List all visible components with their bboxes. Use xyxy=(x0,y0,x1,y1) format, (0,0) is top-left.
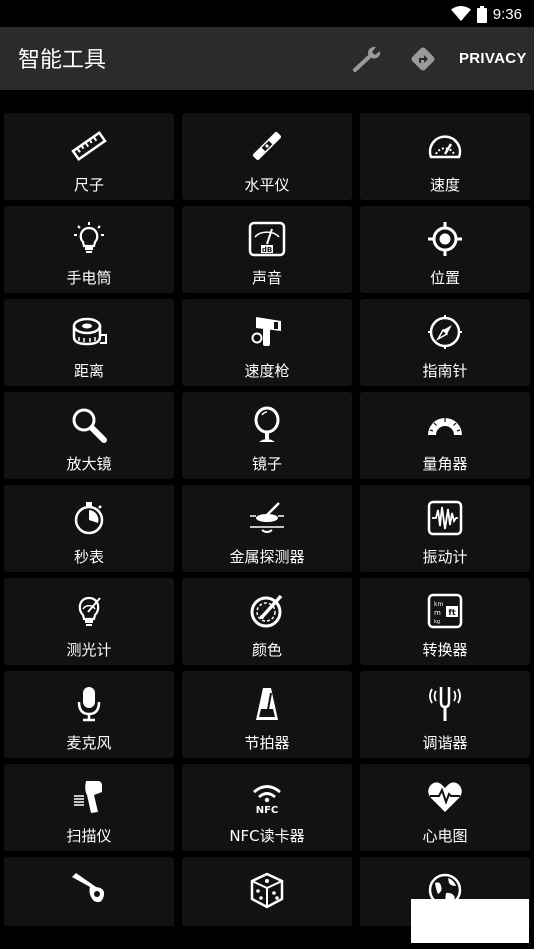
tool-tile-color[interactable]: 颜色 xyxy=(182,578,352,665)
svg-text:ft: ft xyxy=(448,608,455,617)
nfc-icon: NFC xyxy=(253,785,281,816)
tool-label: 秒表 xyxy=(73,548,104,566)
tool-tile-metronome[interactable]: 节拍器 xyxy=(182,671,352,758)
tool-tile-level[interactable]: 水平仪 xyxy=(182,113,352,200)
status-time: 9:36 xyxy=(492,5,522,23)
tool-tile-distance[interactable]: 距离 xyxy=(4,299,174,386)
microphone-icon xyxy=(77,687,101,722)
tool-tile-flashlight[interactable]: 手电筒 xyxy=(4,206,174,293)
tool-tile-nfc[interactable]: NFC NFC读卡器 xyxy=(182,764,352,851)
ruler-icon xyxy=(71,130,107,162)
tool-tile-ruler[interactable]: 尺子 xyxy=(4,113,174,200)
tool-label: 距离 xyxy=(73,362,104,380)
tool-label: 声音 xyxy=(251,269,282,287)
wifi-icon xyxy=(450,6,471,21)
bulb-icon xyxy=(74,222,104,253)
status-icons: 9:36 xyxy=(450,4,522,24)
tool-tile-converter[interactable]: km m kg ft 转换器 xyxy=(360,578,530,665)
svg-text:m: m xyxy=(434,609,441,617)
tool-label: 麦克风 xyxy=(66,734,112,752)
tool-tile-mirror[interactable]: 镜子 xyxy=(182,392,352,479)
tool-tile-tuner[interactable]: 调谐器 xyxy=(360,671,530,758)
vibration-meter-icon xyxy=(427,500,463,536)
tool-tile-compass[interactable]: 指南针 xyxy=(360,299,530,386)
tool-label: 节拍器 xyxy=(244,734,290,752)
tool-label: 放大镜 xyxy=(66,455,112,473)
level-icon xyxy=(252,131,282,161)
speed-gun-icon xyxy=(251,317,281,346)
tool-tile-vibration[interactable]: 振动计 xyxy=(360,485,530,572)
tool-tile-ecg[interactable]: 心电图 xyxy=(360,764,530,851)
tool-tile-stopwatch[interactable]: 秒表 xyxy=(4,485,174,572)
metal-detector-icon xyxy=(250,502,284,533)
overlay-box xyxy=(411,899,529,943)
battery-icon xyxy=(476,5,487,23)
tool-tile-speed[interactable]: 速度 xyxy=(360,113,530,200)
mirror-icon xyxy=(254,406,280,442)
tool-label: 速度 xyxy=(429,176,460,194)
compass-icon xyxy=(428,315,462,349)
tool-tile-speed-gun[interactable]: 速度枪 xyxy=(182,299,352,386)
protractor-icon xyxy=(428,418,462,435)
svg-text:km: km xyxy=(434,601,443,608)
tool-tile-protractor[interactable]: 量角器 xyxy=(360,392,530,479)
tool-label: 心电图 xyxy=(422,827,468,845)
svg-text:kg: kg xyxy=(434,619,440,625)
stopwatch-icon xyxy=(74,502,104,535)
tool-label: 颜色 xyxy=(251,641,282,659)
wrench-icon[interactable] xyxy=(352,44,384,74)
tool-label: 位置 xyxy=(429,269,460,287)
tool-tile-scanner[interactable]: 扫描仪 xyxy=(4,764,174,851)
directions-icon[interactable] xyxy=(410,46,436,72)
app-title: 智能工具 xyxy=(18,48,107,73)
privacy-button[interactable]: PRIVACY xyxy=(459,50,527,67)
color-picker-icon xyxy=(250,594,283,628)
light-meter-icon xyxy=(78,596,101,626)
tool-tile-magnifier[interactable]: 放大镜 xyxy=(4,392,174,479)
svg-text:NFC: NFC xyxy=(256,805,279,816)
tape-measure-icon xyxy=(72,317,107,346)
tool-label: 转换器 xyxy=(422,641,468,659)
tool-tile-location[interactable]: 位置 xyxy=(360,206,530,293)
decibel-meter-icon: dB xyxy=(248,221,286,257)
tool-label: 扫描仪 xyxy=(66,827,112,845)
metronome-icon xyxy=(256,688,278,720)
tool-label: NFC读卡器 xyxy=(229,827,305,845)
tool-label: 水平仪 xyxy=(244,176,290,194)
tool-label: 手电筒 xyxy=(66,269,112,287)
tool-label: 镜子 xyxy=(251,455,282,473)
magnifier-icon xyxy=(72,408,107,443)
tuning-fork-icon xyxy=(429,687,461,721)
gps-target-icon xyxy=(428,222,462,256)
speedometer-icon xyxy=(428,135,462,159)
tool-label: 速度枪 xyxy=(244,362,290,380)
tool-label: 测光计 xyxy=(66,641,112,659)
tool-tile-light-meter[interactable]: 测光计 xyxy=(4,578,174,665)
tool-tile-sound[interactable]: dB 声音 xyxy=(182,206,352,293)
barcode-scanner-icon xyxy=(74,781,102,813)
unit-converter-icon: km m kg ft xyxy=(427,593,463,629)
tool-label: 调谐器 xyxy=(422,734,468,752)
tool-label: 金属探测器 xyxy=(229,548,305,566)
tool-tile-microphone[interactable]: 麦克风 xyxy=(4,671,174,758)
app-bar: 智能工具 PRIVACY xyxy=(0,27,534,90)
tool-label: 振动计 xyxy=(422,548,468,566)
status-bar: 9:36 xyxy=(0,0,534,27)
tool-label: 指南针 xyxy=(422,362,468,380)
dice-icon xyxy=(250,872,284,909)
svg-text:dB: dB xyxy=(262,246,272,254)
tool-grid: 尺子 水平仪 速度 手电筒 dB 声音 位置 距离 速度枪 指南针 放大镜 镜子… xyxy=(4,113,530,944)
tool-label: 量角器 xyxy=(422,455,468,473)
tool-tile-metal-detector[interactable]: 金属探测器 xyxy=(182,485,352,572)
heart-rate-icon xyxy=(428,782,462,812)
whistle-icon xyxy=(72,873,105,903)
tool-label: 尺子 xyxy=(73,176,104,194)
